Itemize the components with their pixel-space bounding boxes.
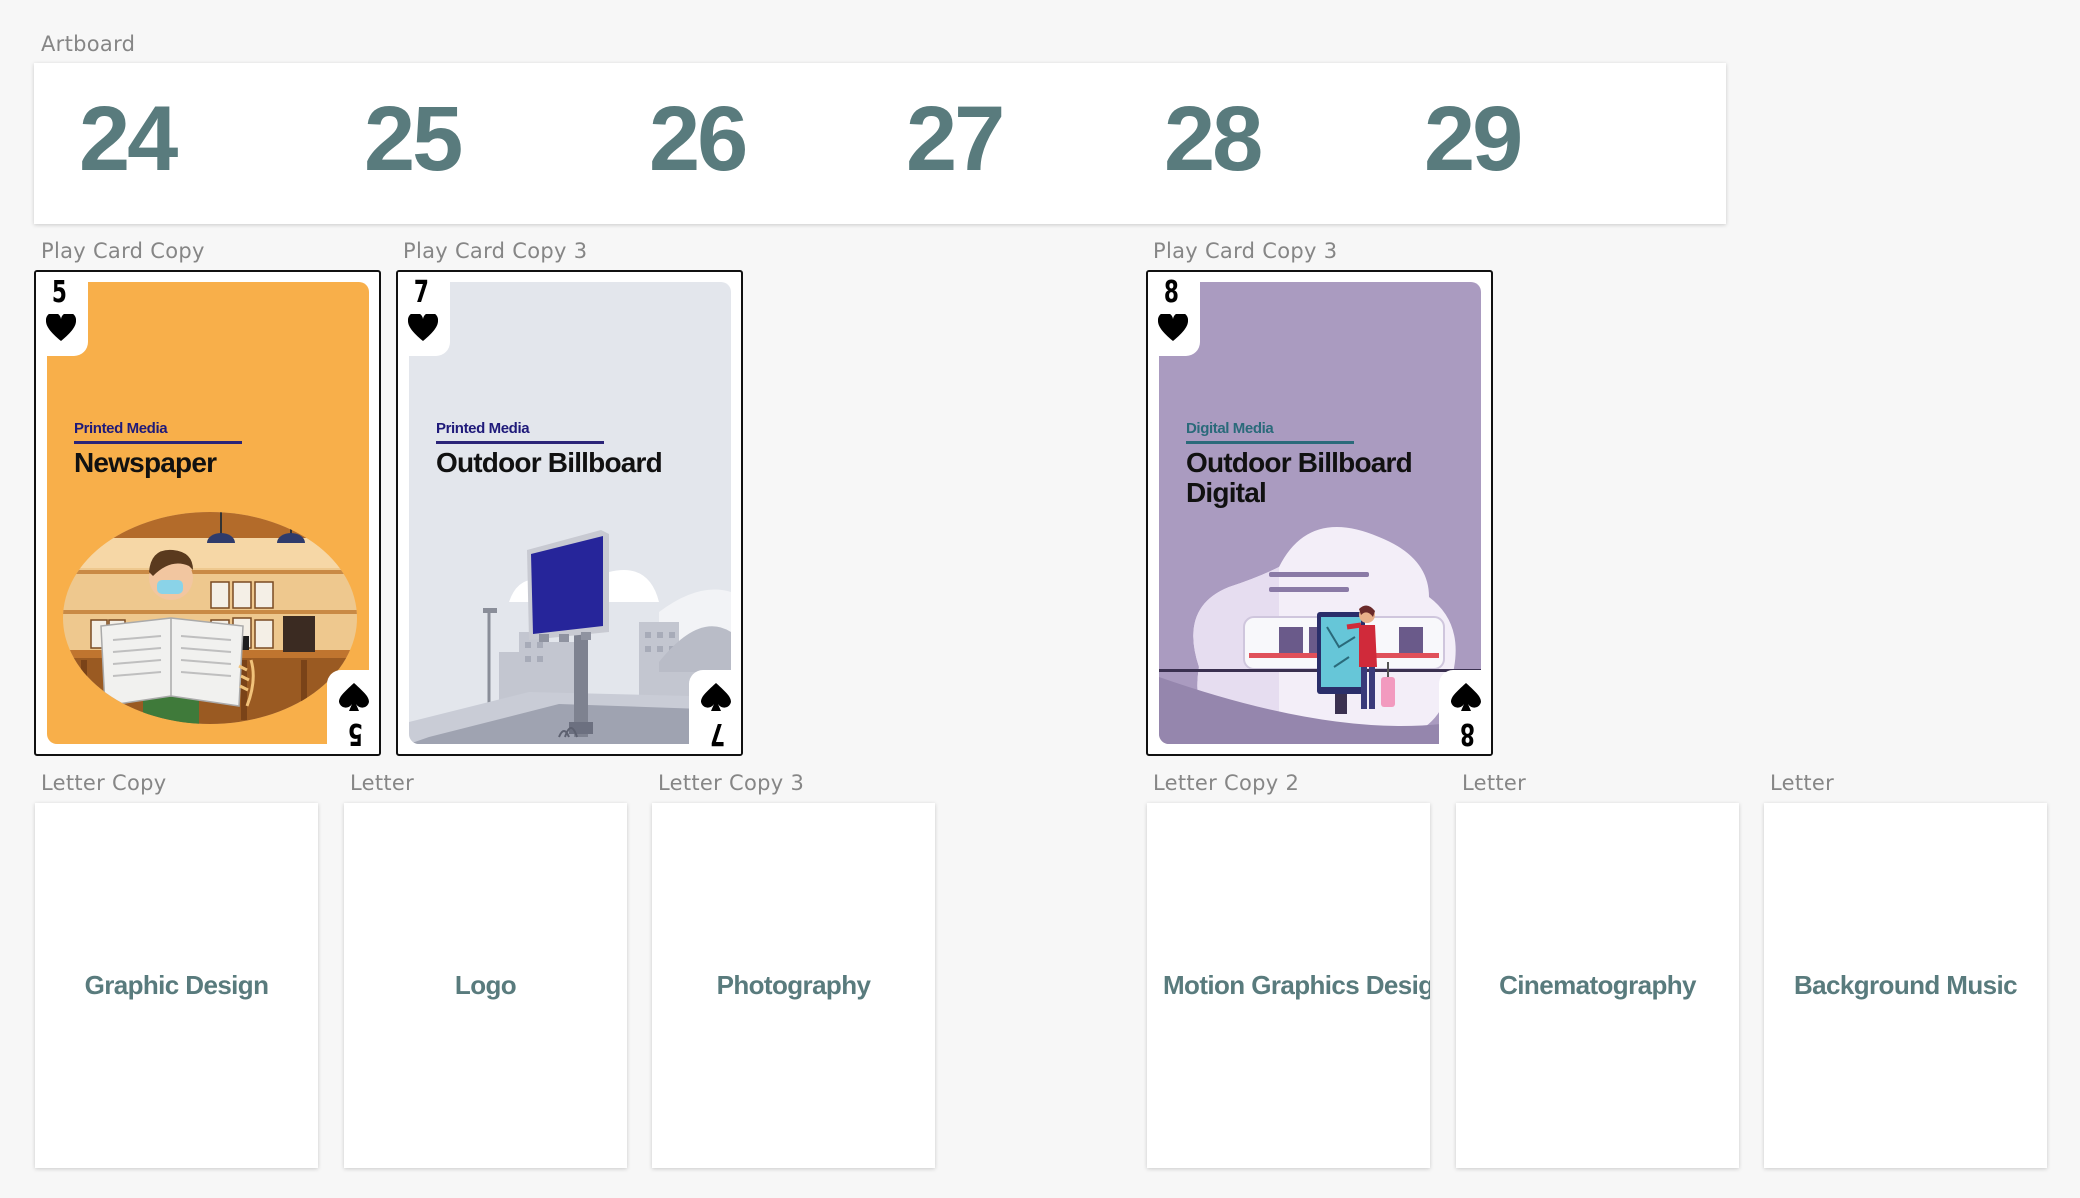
card-category: Printed Media	[436, 420, 530, 437]
letter-card-logo[interactable]: Logo	[344, 803, 627, 1168]
day-number: 25	[364, 88, 463, 190]
heart-icon	[1158, 314, 1188, 341]
card-rank: 7	[710, 716, 726, 751]
letter-text: Cinematography	[1499, 970, 1696, 1000]
letter-layer-label[interactable]: Letter	[1462, 771, 1526, 795]
card-corner-top: 5	[36, 272, 88, 356]
day-number: 29	[1424, 88, 1523, 190]
card-title: Outdoor Billboard	[436, 447, 663, 478]
spade-icon	[339, 683, 369, 711]
heart-icon	[46, 314, 76, 341]
letter-layer-label[interactable]: Letter	[350, 771, 414, 795]
letter-card-photography[interactable]: Photography	[652, 803, 935, 1168]
play-card-outdoor-billboard[interactable]: Printed Media Outdoor Billboard 7 7	[396, 270, 743, 756]
card-category: Printed Media	[74, 420, 168, 437]
day-number: 24	[79, 88, 178, 190]
letter-layer-label[interactable]: Letter Copy	[41, 771, 167, 795]
artboard[interactable]: 24 25 26 27 28 29	[34, 63, 1726, 224]
play-card-newspaper[interactable]: Printed Media Newspaper 5 5	[34, 270, 381, 756]
card-layer-label[interactable]: Play Card Copy 3	[1153, 239, 1337, 263]
letter-layer-label[interactable]: Letter Copy 2	[1153, 771, 1299, 795]
person-reading-newspaper-illustration	[63, 512, 357, 724]
spade-icon	[701, 683, 731, 711]
card-rule	[436, 441, 604, 444]
letter-card-cinematography[interactable]: Cinematography	[1456, 803, 1739, 1168]
card-corner-bottom: 5	[327, 670, 379, 754]
card-corner-top: 7	[398, 272, 450, 356]
card-corner-top: 8	[1148, 272, 1200, 356]
card-title: Newspaper	[74, 447, 217, 478]
card-face: Digital Media Outdoor Billboard Digital	[1159, 282, 1481, 744]
card-rule	[1186, 441, 1354, 444]
card-rank: 7	[413, 275, 429, 310]
letter-text: Motion Graphics Design	[1163, 970, 1430, 1000]
letter-card-motion-graphics-design[interactable]: Motion Graphics Design	[1147, 803, 1430, 1168]
card-face: Printed Media Outdoor Billboard	[409, 282, 731, 744]
letter-card-background-music[interactable]: Background Music	[1764, 803, 2047, 1168]
day-number: 26	[649, 88, 748, 190]
city-billboard-illustration	[409, 530, 731, 744]
day-number: 27	[906, 88, 1005, 190]
letter-layer-label[interactable]: Letter	[1770, 771, 1834, 795]
letter-text: Graphic Design	[84, 970, 269, 1000]
card-layer-label[interactable]: Play Card Copy	[41, 239, 205, 263]
letter-text: Photography	[716, 970, 871, 1000]
card-rule	[74, 441, 242, 444]
play-card-outdoor-billboard-digital[interactable]: Digital Media Outdoor Billboard Digital	[1146, 270, 1493, 756]
letter-text: Background Music	[1794, 970, 2018, 1000]
letter-card-graphic-design[interactable]: Graphic Design	[35, 803, 318, 1168]
card-corner-bottom: 8	[1439, 670, 1491, 754]
digital-kiosk-train-illustration	[1159, 527, 1481, 744]
letter-layer-label[interactable]: Letter Copy 3	[658, 771, 804, 795]
card-face: Printed Media Newspaper	[47, 282, 369, 744]
spade-icon	[1451, 683, 1481, 711]
card-layer-label[interactable]: Play Card Copy 3	[403, 239, 587, 263]
card-rank: 5	[51, 275, 67, 310]
card-category: Digital Media	[1186, 420, 1274, 437]
day-number: 28	[1164, 88, 1263, 190]
card-rank: 8	[1163, 275, 1179, 310]
heart-icon	[408, 314, 438, 341]
card-corner-bottom: 7	[689, 670, 741, 754]
artboard-label[interactable]: Artboard	[41, 32, 135, 56]
card-title: Outdoor Billboard Digital	[1186, 447, 1413, 508]
letter-text: Logo	[454, 970, 517, 1000]
card-rank: 5	[348, 716, 364, 751]
card-rank: 8	[1460, 716, 1476, 751]
